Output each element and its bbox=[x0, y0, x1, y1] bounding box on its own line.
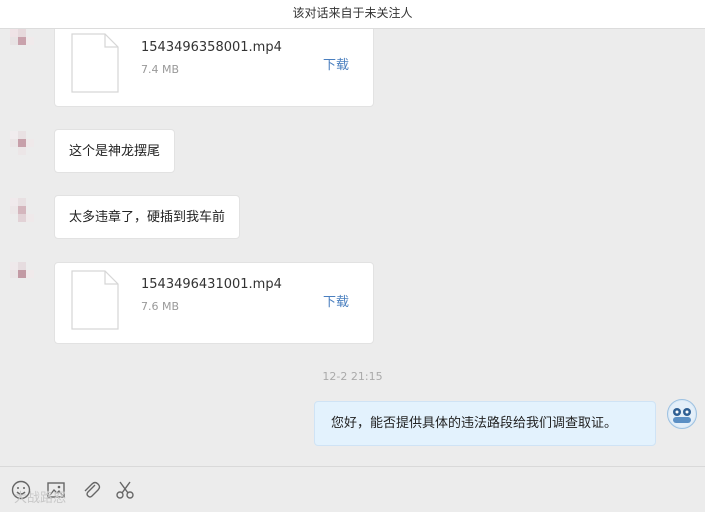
download-link[interactable]: 下载 bbox=[323, 54, 349, 73]
file-name: 1543496431001.mp4 bbox=[141, 277, 282, 292]
file-icon bbox=[71, 270, 119, 330]
file-message[interactable]: 1543496358001.mp4 7.4 MB 下载 bbox=[54, 29, 374, 107]
file-size: 7.4 MB bbox=[141, 63, 180, 76]
my-avatar[interactable] bbox=[667, 399, 697, 429]
contact-avatar[interactable] bbox=[2, 29, 34, 57]
message-text: 您好，能否提供具体的违法路段给我们调查取证。 bbox=[331, 416, 618, 431]
file-icon bbox=[71, 33, 119, 93]
message-timestamp: 12-2 21:15 bbox=[322, 370, 383, 383]
my-text-message[interactable]: 您好，能否提供具体的违法路段给我们调查取证。 bbox=[314, 401, 656, 446]
message-text: 这个是神龙摆尾 bbox=[69, 144, 161, 159]
watermark: 大战路怒 bbox=[14, 491, 67, 506]
chat-header: 该对话来自于未关注人 bbox=[0, 0, 705, 29]
input-toolbar: 大战路怒 bbox=[0, 466, 705, 512]
message-text: 太多违章了，硬插到我车前 bbox=[69, 210, 226, 225]
contact-avatar[interactable] bbox=[2, 194, 34, 226]
text-message[interactable]: 这个是神龙摆尾 bbox=[54, 129, 176, 173]
attachment-icon[interactable] bbox=[80, 479, 102, 501]
download-link[interactable]: 下载 bbox=[323, 291, 349, 310]
police-badge-icon bbox=[669, 401, 695, 427]
file-name: 1543496358001.mp4 bbox=[141, 40, 282, 55]
contact-avatar[interactable] bbox=[2, 258, 34, 290]
contact-avatar[interactable] bbox=[2, 127, 34, 159]
scissors-icon[interactable] bbox=[114, 479, 136, 501]
chat-area[interactable]: 1543496358001.mp4 7.4 MB 下载 这个是神龙摆尾 太多违章… bbox=[0, 29, 705, 466]
chat-header-title: 该对话来自于未关注人 bbox=[292, 6, 413, 20]
file-message[interactable]: 1543496431001.mp4 7.6 MB 下载 bbox=[54, 262, 374, 344]
text-message[interactable]: 太多违章了，硬插到我车前 bbox=[54, 195, 241, 239]
file-size: 7.6 MB bbox=[141, 300, 180, 313]
